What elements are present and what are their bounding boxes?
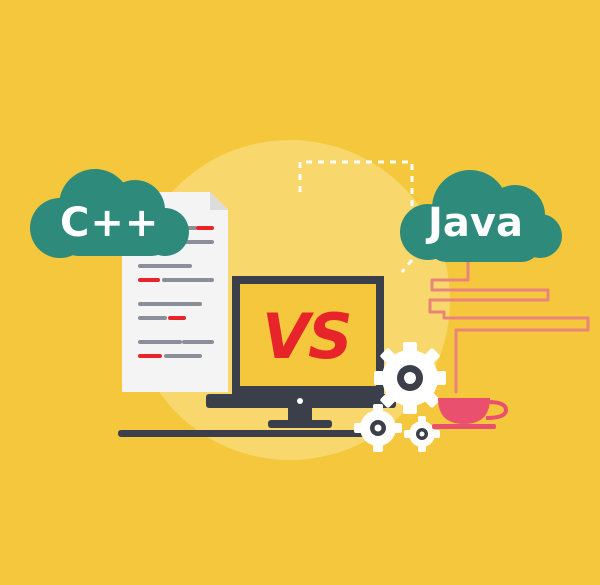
versus-label: VS xyxy=(262,300,353,373)
steam-lines xyxy=(428,260,590,394)
illustration-stage: C++ Java VS xyxy=(0,0,600,585)
cpp-vs-java-illustration xyxy=(30,140,590,460)
gear-icon xyxy=(374,342,446,414)
coffee-cup-icon xyxy=(432,398,509,429)
gear-icon xyxy=(404,416,440,452)
cpp-label: C++ xyxy=(60,200,160,246)
desk-line xyxy=(118,430,370,437)
java-label: Java xyxy=(428,200,523,246)
